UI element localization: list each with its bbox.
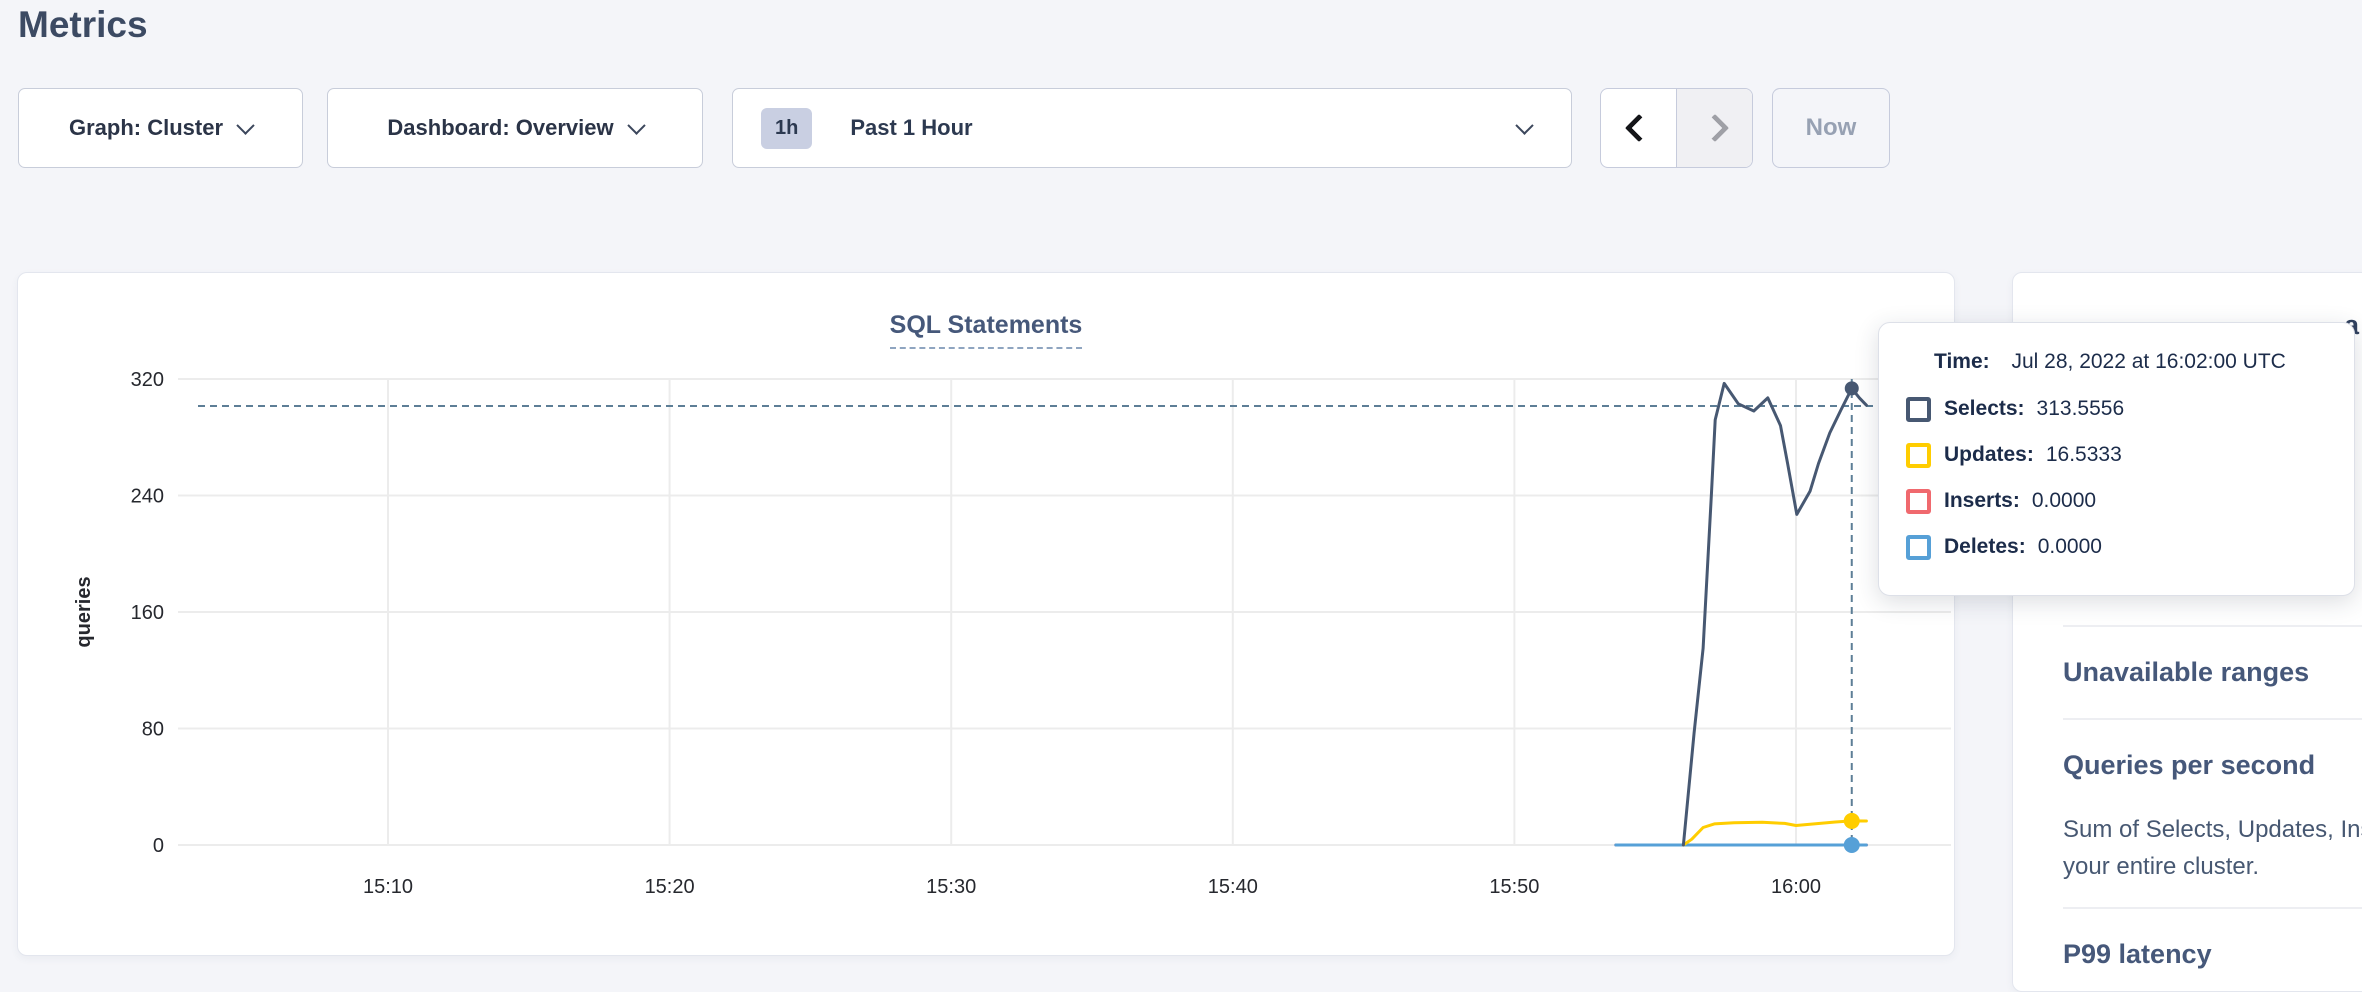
svg-text:15:20: 15:20	[645, 876, 695, 898]
selects-series-swatch-icon	[1906, 397, 1931, 422]
tooltip-series-value: 313.5556	[2037, 397, 2125, 421]
svg-text:15:30: 15:30	[926, 876, 976, 898]
svg-text:15:40: 15:40	[1208, 876, 1258, 898]
sidebar-heading-p99-latency: P99 latency	[2063, 939, 2362, 970]
now-button[interactable]: Now	[1772, 88, 1890, 168]
chevron-left-icon	[1624, 114, 1652, 142]
chevron-down-icon	[236, 116, 254, 134]
tooltip-series-label: Updates:	[1944, 443, 2034, 467]
svg-text:15:10: 15:10	[363, 876, 413, 898]
tooltip-time-label: Time:	[1934, 350, 1990, 373]
svg-text:0: 0	[153, 835, 164, 857]
updates-series-swatch-icon	[1906, 443, 1931, 468]
svg-text:320: 320	[131, 369, 164, 391]
tooltip-series-value: 16.5333	[2046, 443, 2122, 467]
tooltip-row-deletes: Deletes: 0.0000	[1906, 524, 2334, 570]
tooltip-series-value: 0.0000	[2032, 489, 2096, 513]
tooltip-row-selects: Selects: 313.5556	[1906, 386, 2334, 432]
divider	[2063, 625, 2362, 627]
chevron-down-icon	[1515, 116, 1533, 134]
sidebar-heading-queries-per-second: Queries per second	[2063, 750, 2362, 781]
next-time-window-button[interactable]	[1676, 89, 1752, 167]
tooltip-row-updates: Updates: 16.5333	[1906, 432, 2334, 478]
graph-selector-label: Graph: Cluster	[69, 115, 223, 141]
svg-text:240: 240	[131, 486, 164, 508]
tooltip-series-value: 0.0000	[2038, 535, 2102, 559]
time-range-label: Past 1 Hour	[850, 115, 1502, 141]
chevron-down-icon	[627, 116, 645, 134]
svg-text:80: 80	[142, 719, 164, 741]
graph-selector-dropdown[interactable]: Graph: Cluster	[18, 88, 303, 168]
sidebar-description: Sum of Selects, Updates, Inseryour entir…	[2063, 811, 2362, 885]
tooltip-time-row: Time: Jul 28, 2022 at 16:02:00 UTC	[1934, 350, 2334, 374]
chart-tooltip: Time: Jul 28, 2022 at 16:02:00 UTC Selec…	[1878, 322, 2355, 596]
prev-time-window-button[interactable]	[1601, 89, 1676, 167]
tooltip-series-label: Deletes:	[1944, 535, 2026, 559]
dashboard-selector-dropdown[interactable]: Dashboard: Overview	[327, 88, 703, 168]
tooltip-series-label: Inserts:	[1944, 489, 2020, 513]
sidebar-heading-unavailable-ranges: Unavailable ranges	[2063, 657, 2362, 688]
svg-text:16:00: 16:00	[1771, 876, 1821, 898]
chevron-right-icon	[1700, 114, 1728, 142]
sql-statements-chart-plot[interactable]: 0 80 160 240 320 15:10 15:20 15:30 15:40 15:50 16:…	[18, 273, 1954, 955]
tooltip-time-value: Jul 28, 2022 at 16:02:00 UTC	[2011, 350, 2285, 373]
tooltip-row-inserts: Inserts: 0.0000	[1906, 478, 2334, 524]
time-range-badge: 1h	[761, 108, 812, 149]
page-title: Metrics	[18, 4, 148, 46]
inserts-series-swatch-icon	[1906, 489, 1931, 514]
deletes-series-swatch-icon	[1906, 535, 1931, 560]
tooltip-series-label: Selects:	[1944, 397, 2025, 421]
svg-text:160: 160	[131, 602, 164, 624]
svg-text:queries: queries	[73, 576, 95, 647]
svg-text:15:50: 15:50	[1489, 876, 1539, 898]
divider	[2063, 718, 2362, 720]
time-window-pager	[1600, 88, 1753, 168]
sql-statements-chart-card: SQL Statements 08016024032015:1015:2015:…	[17, 272, 1955, 956]
time-range-dropdown[interactable]: 1h Past 1 Hour	[732, 88, 1572, 168]
metrics-page: { "page": { "title": "Metrics", "backgro…	[0, 0, 2362, 966]
dashboard-selector-label: Dashboard: Overview	[387, 115, 613, 141]
divider	[2063, 907, 2362, 909]
